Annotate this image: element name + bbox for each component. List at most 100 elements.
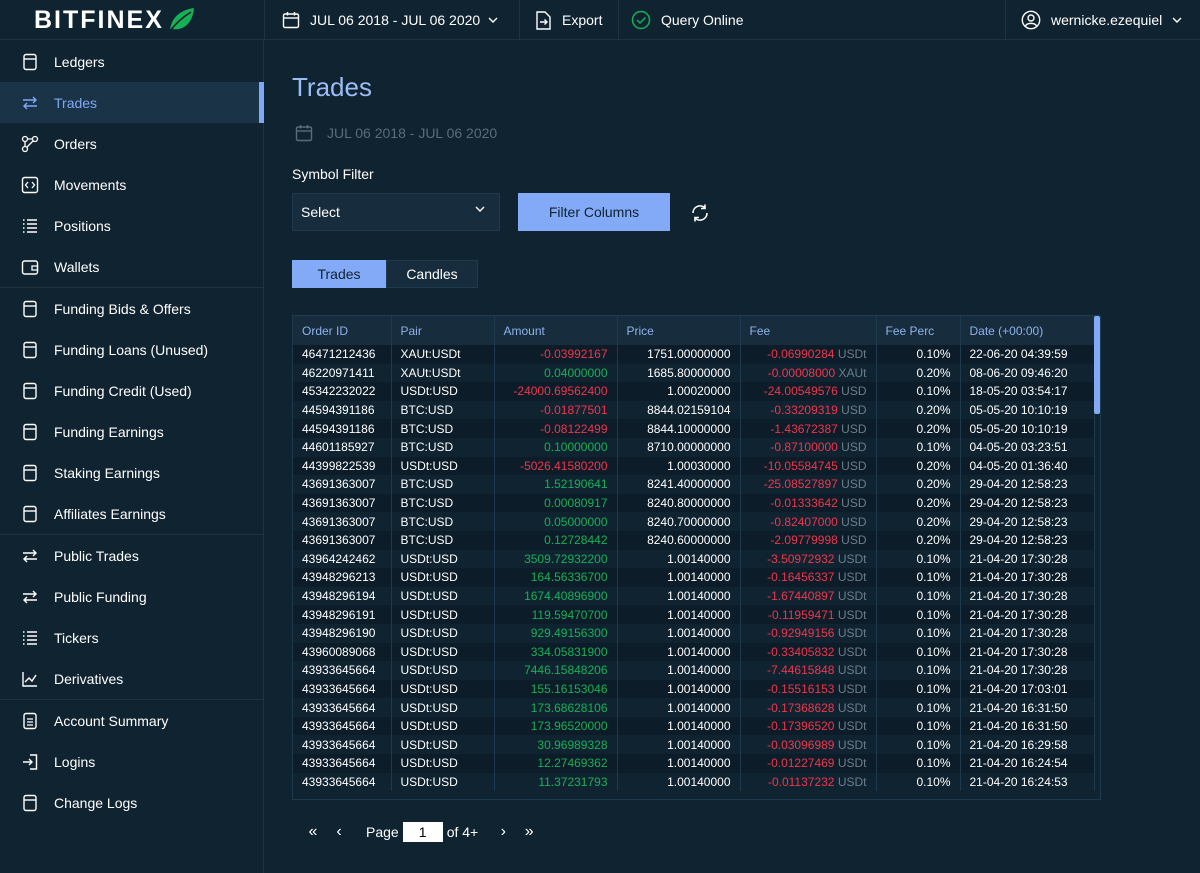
- fee-perc-cell: 0.20%: [876, 530, 961, 550]
- table-row[interactable]: 43933645664 USDt:USD 173.68628106 1.0014000…: [293, 698, 1095, 717]
- order-id-cell: 44601185927: [293, 437, 392, 457]
- column-header[interactable]: Price: [617, 316, 741, 345]
- query-online-status[interactable]: Query Online: [631, 0, 743, 40]
- column-header[interactable]: Date (+00:00): [960, 316, 1095, 345]
- order-id-cell: 43691363007: [293, 512, 392, 531]
- sidebar-item-logins[interactable]: Logins: [0, 741, 264, 782]
- fee-currency: USDt: [837, 607, 867, 622]
- sidebar-item-public-funding[interactable]: Public Funding: [0, 576, 264, 617]
- sidebar-item-funding-loans-unused[interactable]: Funding Loans (Unused): [0, 329, 264, 370]
- table-row[interactable]: 43933645664 USDt:USD 155.16153046 1.0014000…: [293, 679, 1095, 699]
- table-row[interactable]: 43960089068 USDt:USD 334.05831900 1.0014000…: [293, 642, 1095, 662]
- prev-page-button[interactable]: ‹: [326, 823, 352, 841]
- date-range-picker[interactable]: JUL 06 2018 - JUL 06 2020: [282, 0, 498, 40]
- order-id-cell: 43948296190: [293, 623, 392, 643]
- sidebar-item-public-trades[interactable]: Public Trades: [0, 535, 264, 576]
- table-row[interactable]: 44594391186 BTC:USD -0.01877501 8844.021591…: [293, 400, 1095, 420]
- table-row[interactable]: 43691363007 BTC:USD 1.52190641 8241.4000000…: [293, 475, 1095, 494]
- page-number-input[interactable]: [402, 822, 443, 842]
- table-row[interactable]: 46471212436 XAUt:USDt -0.03992167 1751.0000…: [293, 345, 1095, 364]
- sidebar-item-trades[interactable]: Trades: [0, 82, 264, 123]
- sidebar-divider: [0, 287, 264, 288]
- fee-value: -1.43672387: [770, 421, 838, 436]
- column-header[interactable]: Amount: [494, 316, 618, 345]
- tab-trades[interactable]: Trades: [292, 260, 386, 288]
- sidebar-item-funding-bids-offers[interactable]: Funding Bids & Offers: [0, 288, 264, 329]
- table-scrollbar[interactable]: [1094, 316, 1100, 414]
- leaf-icon: [169, 8, 194, 32]
- table-row[interactable]: 43933645664 USDt:USD 7446.15848206 1.001400…: [293, 661, 1095, 680]
- symbol-select[interactable]: Select: [292, 193, 500, 231]
- sidebar-item-funding-earnings[interactable]: Funding Earnings: [0, 411, 264, 452]
- sidebar-item-derivatives[interactable]: Derivatives: [0, 658, 264, 699]
- sidebar-item-affiliates-earnings[interactable]: Affiliates Earnings: [0, 493, 264, 534]
- price-cell: 1.00140000: [617, 605, 741, 624]
- price-cell: 1.00140000: [617, 772, 741, 792]
- sidebar-item-change-logs[interactable]: Change Logs: [0, 782, 264, 823]
- page-date-range[interactable]: JUL 06 2018 - JUL 06 2020: [295, 124, 497, 142]
- sidebar-item-wallets[interactable]: Wallets: [0, 246, 264, 287]
- fee-value: -0.82407000: [770, 514, 838, 529]
- last-page-button[interactable]: »: [516, 823, 542, 841]
- fee-cell: -7.44615848 USDt: [740, 661, 877, 680]
- table-row[interactable]: 46220971411 XAUt:USDt 0.04000000 1685.80000…: [293, 363, 1095, 383]
- column-header[interactable]: Fee Perc: [876, 316, 961, 345]
- export-button[interactable]: Export: [535, 0, 602, 40]
- table-row[interactable]: 43948296194 USDt:USD 1674.40896900 1.001400…: [293, 586, 1095, 606]
- sidebar-item-staking-earnings[interactable]: Staking Earnings: [0, 452, 264, 493]
- first-page-button[interactable]: «: [300, 823, 326, 841]
- sidebar-item-movements[interactable]: Movements: [0, 164, 264, 205]
- table-row[interactable]: 43933645664 USDt:USD 11.37231793 1.00140000…: [293, 772, 1095, 792]
- table-row[interactable]: 44601185927 BTC:USD 0.10000000 8710.0000000…: [293, 437, 1095, 457]
- fee-perc-cell: 0.20%: [876, 363, 961, 383]
- sidebar-item-orders[interactable]: Orders: [0, 123, 264, 164]
- fee-perc-cell: 0.10%: [876, 716, 961, 736]
- table-row[interactable]: 43933645664 USDt:USD 12.27469362 1.00140000…: [293, 754, 1095, 773]
- table-row[interactable]: 45342232022 USDt:USD -24000.69562400 1.0002…: [293, 382, 1095, 401]
- fee-currency: USDt: [837, 347, 867, 362]
- table-row[interactable]: 43933645664 USDt:USD 30.96989328 1.00140000…: [293, 735, 1095, 755]
- table-row[interactable]: 43948296213 USDt:USD 164.56336700 1.0014000…: [293, 568, 1095, 587]
- page-of-label: of 4+: [446, 824, 479, 840]
- table-row[interactable]: 43948296190 USDt:USD 929.49156300 1.0014000…: [293, 623, 1095, 643]
- fee-cell: -24.00549576 USD: [740, 382, 877, 401]
- table-row[interactable]: 43691363007 BTC:USD 0.12728442 8240.6000000…: [293, 530, 1095, 550]
- sidebar-item-account-summary[interactable]: Account Summary: [0, 700, 264, 741]
- sidebar-item-label: Orders: [54, 135, 97, 152]
- sidebar-item-positions[interactable]: Positions: [0, 205, 264, 246]
- sidebar-item-label: Account Summary: [54, 712, 169, 729]
- order-id-cell: 43691363007: [293, 493, 392, 513]
- sidebar-item-funding-credit-used[interactable]: Funding Credit (Used): [0, 370, 264, 411]
- fee-currency: USDt: [837, 700, 867, 715]
- fee-perc-cell: 0.10%: [876, 642, 961, 662]
- refresh-icon[interactable]: [689, 202, 711, 224]
- fee-value: -0.33209319: [770, 403, 838, 418]
- order-id-cell: 44594391186: [293, 419, 392, 438]
- bitfinex-logo[interactable]: BITFINEX: [34, 6, 195, 34]
- table-row[interactable]: 43948296191 USDt:USD 119.59470700 1.0014000…: [293, 605, 1095, 624]
- table-row[interactable]: 43691363007 BTC:USD 0.00080917 8240.8000000…: [293, 493, 1095, 513]
- order-id-cell: 43933645664: [293, 754, 392, 773]
- table-row[interactable]: 44399822539 USDt:USD -5026.41580200 1.00030…: [293, 456, 1095, 476]
- sidebar-divider: [0, 534, 264, 535]
- table-row[interactable]: 44594391186 BTC:USD -0.08122499 8844.100000…: [293, 419, 1095, 438]
- sidebar-item-label: Affiliates Earnings: [54, 505, 166, 522]
- next-page-button[interactable]: ›: [490, 823, 516, 841]
- filter-columns-button[interactable]: Filter Columns: [518, 193, 670, 231]
- column-header[interactable]: Pair: [391, 316, 495, 345]
- column-header[interactable]: Order ID: [293, 316, 392, 345]
- table-row[interactable]: 43933645664 USDt:USD 173.96520000 1.0014000…: [293, 716, 1095, 736]
- table-row[interactable]: 43691363007 BTC:USD 0.05000000 8240.7000000…: [293, 512, 1095, 531]
- fee-cell: -0.17368628 USDt: [740, 698, 877, 717]
- fee-perc-cell: 0.10%: [876, 698, 961, 717]
- price-cell: 1.00140000: [617, 679, 741, 699]
- fee-value: -0.01137232: [767, 774, 835, 789]
- sidebar-item-ledgers[interactable]: Ledgers: [0, 41, 264, 82]
- fee-perc-cell: 0.20%: [876, 456, 961, 476]
- user-menu[interactable]: wernicke.ezequiel: [1021, 0, 1182, 40]
- funding-icon: [23, 382, 37, 400]
- tab-candles[interactable]: Candles: [386, 260, 478, 288]
- table-row[interactable]: 43964242462 USDt:USD 3509.72932200 1.001400…: [293, 549, 1095, 569]
- sidebar-item-tickers[interactable]: Tickers: [0, 617, 264, 658]
- column-header[interactable]: Fee: [740, 316, 877, 345]
